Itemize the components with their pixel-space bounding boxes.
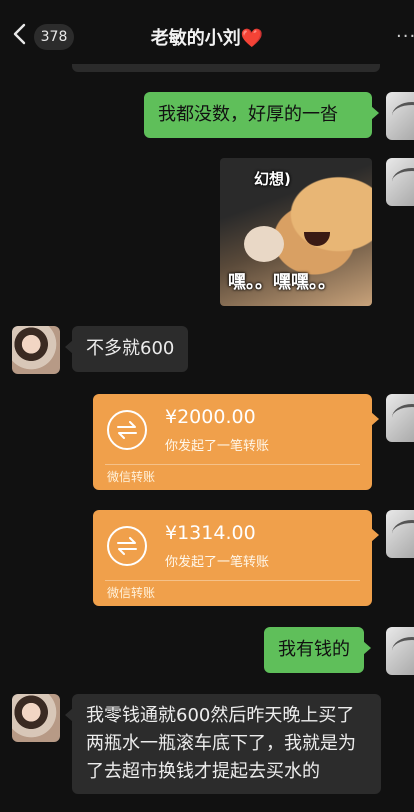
more-button[interactable]: ··· <box>396 26 414 47</box>
sticker-caption-bottom: 嘿。。嘿嘿。。 <box>228 272 336 293</box>
contact-avatar[interactable] <box>12 326 60 374</box>
contact-avatar[interactable] <box>12 694 60 742</box>
sticker-caption-top: 幻想) <box>254 170 291 188</box>
my-avatar[interactable] <box>386 158 414 206</box>
sticker-image[interactable]: 幻想) 嘿。。嘿嘿。。 <box>220 158 372 306</box>
received-message-bubble[interactable]: 我零钱通就600然后昨天晚上买了两瓶水一瓶滚车底下了，我就是为了去超市换钱才提起… <box>65 694 381 794</box>
sticker-mouth <box>304 232 330 246</box>
transfer-icon <box>107 410 147 450</box>
divider <box>105 580 360 581</box>
message-text: 不多就600 <box>86 338 175 359</box>
transfer-footer: 微信转账 <box>107 470 156 484</box>
message-text: 我零钱通就600然后昨天晚上买了两瓶水一瓶滚车底下了，我就是为了去超市换钱才提起… <box>86 705 356 782</box>
my-avatar[interactable] <box>386 627 414 675</box>
divider <box>105 464 360 465</box>
my-avatar[interactable] <box>386 510 414 558</box>
heart-icon: ❤️ <box>240 28 264 49</box>
transfer-icon <box>107 526 147 566</box>
transfer-card[interactable]: ¥1314.00 你发起了一笔转账 微信转账 <box>93 510 379 606</box>
contact-name: 老敏的小刘 <box>150 28 241 49</box>
transfer-amount: ¥2000.00 <box>165 406 256 428</box>
more-icon: ··· <box>396 26 414 47</box>
transfer-amount: ¥1314.00 <box>165 522 256 544</box>
chat-header: 378 老敏的小刘❤️ ··· <box>0 0 414 64</box>
transfer-card[interactable]: ¥2000.00 你发起了一笔转账 微信转账 <box>93 394 379 490</box>
sent-message-bubble[interactable]: 我都没数，好厚的一沓 <box>144 92 379 138</box>
transfer-description: 你发起了一笔转账 <box>165 439 270 454</box>
transfer-description: 你发起了一笔转账 <box>165 555 270 570</box>
sent-message-bubble[interactable]: 我有钱的 <box>264 627 371 673</box>
message-text: 我都没数，好厚的一沓 <box>158 104 338 125</box>
sticker-paw <box>244 226 284 262</box>
transfer-footer: 微信转账 <box>107 586 156 600</box>
received-message-bubble[interactable]: 不多就600 <box>64 326 189 372</box>
message-text: 我有钱的 <box>278 639 350 660</box>
chat-title: 老敏的小刘❤️ <box>0 24 414 50</box>
my-avatar[interactable] <box>386 92 414 140</box>
my-avatar[interactable] <box>386 394 414 442</box>
